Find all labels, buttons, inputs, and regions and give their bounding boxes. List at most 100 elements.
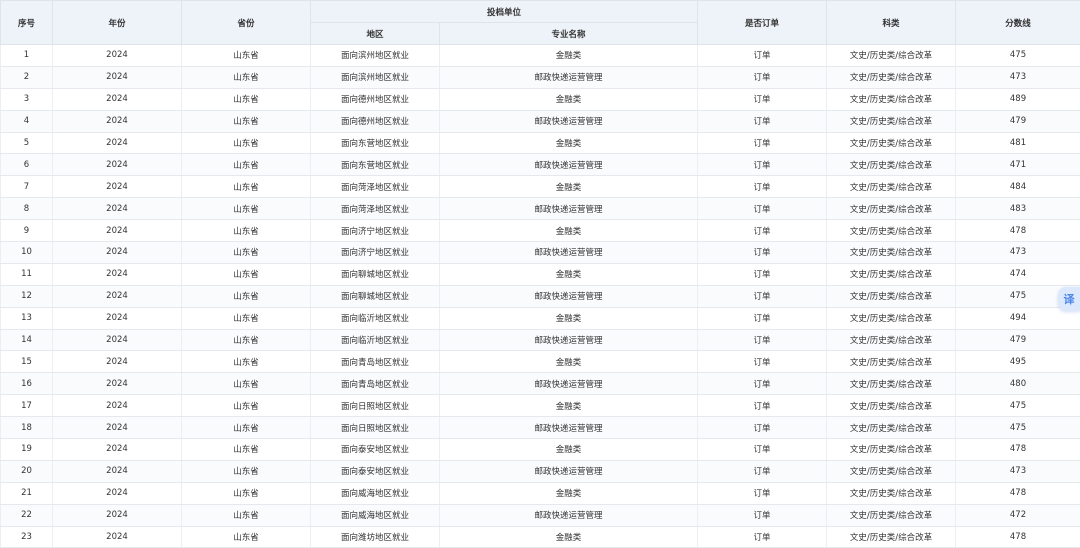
- cell-year: 2024: [52, 328, 182, 352]
- cell-year: 2024: [52, 219, 182, 243]
- cell-region: 面向青岛地区就业: [310, 350, 440, 374]
- cell-major: 金融类: [438, 306, 699, 330]
- cell-subject: 文史/历史类/综合改革: [826, 416, 957, 440]
- header-year: 年份: [52, 0, 182, 45]
- cell-major: 金融类: [438, 481, 699, 505]
- header-seq: 序号: [0, 0, 53, 45]
- cell-seq: 12: [0, 284, 53, 308]
- cell-seq: 4: [0, 109, 53, 133]
- cell-province: 山东省: [181, 306, 311, 330]
- cell-subject: 文史/历史类/综合改革: [826, 241, 957, 264]
- cell-major: 金融类: [438, 525, 699, 548]
- cell-seq: 9: [0, 219, 53, 243]
- cell-is-order: 订单: [697, 153, 828, 177]
- cell-score: 479: [955, 109, 1080, 133]
- cell-major: 金融类: [438, 87, 699, 111]
- cell-region: 面向菏泽地区就业: [310, 175, 440, 199]
- cell-region: 面向聊城地区就业: [310, 284, 440, 308]
- cell-province: 山东省: [181, 241, 311, 264]
- cell-province: 山东省: [181, 197, 311, 221]
- cell-major: 金融类: [438, 219, 699, 243]
- table-row: 6 2024 山东省 面向东营地区就业 邮政快递运营管理 订单 文史/历史类/综合改革 471: [0, 153, 1080, 177]
- cell-major: 金融类: [438, 44, 699, 67]
- cell-province: 山东省: [181, 459, 311, 483]
- cell-major: 金融类: [438, 262, 699, 286]
- cell-region: 面向滨州地区就业: [310, 65, 440, 89]
- header-province: 省份: [181, 0, 311, 45]
- admission-score-table: 序号 年份 省份 投档单位 是否订单 科类 分数线 地区 专业名称 1 2024 山…: [0, 0, 1080, 548]
- table-row: 1 2024 山东省 面向滨州地区就业 金融类 订单 文史/历史类/综合改革 475: [0, 44, 1080, 67]
- cell-score: 478: [955, 219, 1080, 243]
- table-row: 2 2024 山东省 面向滨州地区就业 邮政快递运营管理 订单 文史/历史类/综合改革 473: [0, 65, 1080, 89]
- cell-year: 2024: [52, 525, 182, 548]
- cell-subject: 文史/历史类/综合改革: [826, 44, 957, 67]
- cell-seq: 15: [0, 350, 53, 374]
- cell-score: 471: [955, 153, 1080, 177]
- cell-score: 484: [955, 175, 1080, 199]
- cell-province: 山东省: [181, 109, 311, 133]
- cell-subject: 文史/历史类/综合改革: [826, 350, 957, 374]
- cell-score: 472: [955, 503, 1080, 527]
- cell-is-order: 订单: [697, 394, 828, 418]
- cell-province: 山东省: [181, 87, 311, 111]
- cell-region: 面向潍坊地区就业: [310, 525, 440, 548]
- cell-major: 邮政快递运营管理: [438, 109, 699, 133]
- cell-is-order: 订单: [697, 503, 828, 527]
- cell-subject: 文史/历史类/综合改革: [826, 87, 957, 111]
- cell-seq: 1: [0, 44, 53, 67]
- cell-subject: 文史/历史类/综合改革: [826, 153, 957, 177]
- cell-subject: 文史/历史类/综合改革: [826, 284, 957, 308]
- cell-province: 山东省: [181, 44, 311, 67]
- table-row: 23 2024 山东省 面向潍坊地区就业 金融类 订单 文史/历史类/综合改革 478: [0, 525, 1080, 548]
- cell-major: 邮政快递运营管理: [438, 459, 699, 483]
- cell-year: 2024: [52, 350, 182, 374]
- cell-province: 山东省: [181, 131, 311, 155]
- cell-year: 2024: [52, 372, 182, 396]
- cell-is-order: 订单: [697, 525, 828, 548]
- cell-province: 山东省: [181, 394, 311, 418]
- cell-province: 山东省: [181, 328, 311, 352]
- cell-is-order: 订单: [697, 481, 828, 505]
- table-row: 16 2024 山东省 面向青岛地区就业 邮政快递运营管理 订单 文史/历史类/综合改革 48…: [0, 372, 1080, 396]
- table-row: 20 2024 山东省 面向泰安地区就业 邮政快递运营管理 订单 文史/历史类/综合改革 47…: [0, 459, 1080, 483]
- cell-score: 474: [955, 262, 1080, 286]
- cell-province: 山东省: [181, 372, 311, 396]
- cell-year: 2024: [52, 503, 182, 527]
- table-row: 19 2024 山东省 面向泰安地区就业 金融类 订单 文史/历史类/综合改革 478: [0, 438, 1080, 461]
- header-unit-group: 投档单位: [309, 0, 699, 23]
- table-row: 4 2024 山东省 面向德州地区就业 邮政快递运营管理 订单 文史/历史类/综合改革 479: [0, 109, 1080, 133]
- translate-icon: 译: [1063, 293, 1075, 306]
- cell-year: 2024: [52, 284, 182, 308]
- translate-button[interactable]: 译: [1058, 287, 1080, 311]
- cell-region: 面向日照地区就业: [310, 394, 440, 418]
- cell-is-order: 订单: [697, 416, 828, 440]
- cell-major: 金融类: [438, 394, 699, 418]
- cell-region: 面向聊城地区就业: [310, 262, 440, 286]
- cell-province: 山东省: [181, 503, 311, 527]
- header-subject: 科类: [826, 0, 957, 45]
- cell-major: 邮政快递运营管理: [438, 153, 699, 177]
- cell-year: 2024: [52, 394, 182, 418]
- cell-year: 2024: [52, 153, 182, 177]
- cell-score: 473: [955, 65, 1080, 89]
- cell-score: 473: [955, 241, 1080, 264]
- cell-score: 481: [955, 131, 1080, 155]
- cell-major: 金融类: [438, 131, 699, 155]
- cell-seq: 22: [0, 503, 53, 527]
- table-row: 5 2024 山东省 面向东营地区就业 金融类 订单 文史/历史类/综合改革 481: [0, 131, 1080, 155]
- cell-is-order: 订单: [697, 197, 828, 221]
- cell-subject: 文史/历史类/综合改革: [826, 109, 957, 133]
- cell-year: 2024: [52, 131, 182, 155]
- cell-province: 山东省: [181, 438, 311, 461]
- cell-seq: 20: [0, 459, 53, 483]
- cell-major: 邮政快递运营管理: [438, 65, 699, 89]
- cell-province: 山东省: [181, 153, 311, 177]
- cell-seq: 19: [0, 438, 53, 461]
- cell-seq: 14: [0, 328, 53, 352]
- cell-is-order: 订单: [697, 175, 828, 199]
- cell-score: 473: [955, 459, 1080, 483]
- cell-province: 山东省: [181, 481, 311, 505]
- cell-subject: 文史/历史类/综合改革: [826, 503, 957, 527]
- cell-score: 475: [955, 416, 1080, 440]
- cell-year: 2024: [52, 65, 182, 89]
